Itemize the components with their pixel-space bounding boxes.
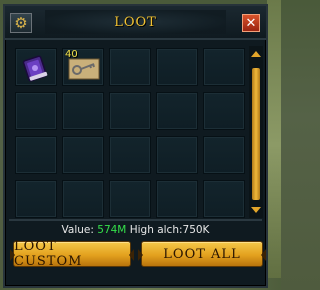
background-scenery xyxy=(267,0,281,290)
loot-slot[interactable] xyxy=(109,48,151,86)
loot-slot[interactable] xyxy=(109,180,151,218)
loot-slot[interactable] xyxy=(15,136,57,174)
loot-slot[interactable] xyxy=(156,136,198,174)
key-icon xyxy=(68,58,100,80)
loot-slot[interactable] xyxy=(62,136,104,174)
window-title: LOOT xyxy=(114,15,157,30)
loot-slot[interactable] xyxy=(203,180,245,218)
loot-slot[interactable] xyxy=(203,92,245,130)
title-bar[interactable]: ⚙ LOOT ✕ xyxy=(5,6,266,40)
loot-slot[interactable] xyxy=(109,92,151,130)
loot-custom-button[interactable]: LOOT CUSTOM xyxy=(10,239,134,269)
scroll-thumb[interactable] xyxy=(252,68,260,200)
loot-slot[interactable] xyxy=(156,92,198,130)
loot-slot[interactable] xyxy=(156,48,198,86)
divider xyxy=(9,219,262,221)
close-button[interactable]: ✕ xyxy=(242,14,260,32)
loot-slot[interactable] xyxy=(109,136,151,174)
loot-value-summary: Value: 574M High alch:750K xyxy=(5,224,266,236)
loot-slot[interactable] xyxy=(62,92,104,130)
close-icon: ✕ xyxy=(245,15,257,31)
loot-grid: 40 xyxy=(15,48,247,218)
loot-slot[interactable]: 40 xyxy=(62,48,104,86)
loot-slot[interactable] xyxy=(203,48,245,86)
loot-slot[interactable] xyxy=(15,180,57,218)
loot-slot[interactable] xyxy=(15,92,57,130)
scroll-down-arrow-icon[interactable] xyxy=(251,207,261,213)
value-amount: 574M xyxy=(97,224,127,236)
loot-all-button[interactable]: LOOT ALL xyxy=(138,241,266,267)
loot-slot[interactable] xyxy=(15,48,57,86)
scrollbar[interactable] xyxy=(249,46,263,218)
value-label: Value: xyxy=(61,224,94,236)
scroll-up-arrow-icon[interactable] xyxy=(251,51,261,57)
purple-book-icon xyxy=(22,55,48,82)
high-alch-label: High alch: xyxy=(129,224,183,236)
loot-slot[interactable] xyxy=(156,180,198,218)
button-row: LOOT CUSTOM LOOT ALL xyxy=(10,239,266,269)
loot-slot[interactable] xyxy=(62,180,104,218)
loot-window: ⚙ LOOT ✕ 40 Value: 574M High alch:750K L… xyxy=(3,4,268,288)
loot-slot[interactable] xyxy=(203,136,245,174)
high-alch-amount: 750K xyxy=(182,224,210,236)
